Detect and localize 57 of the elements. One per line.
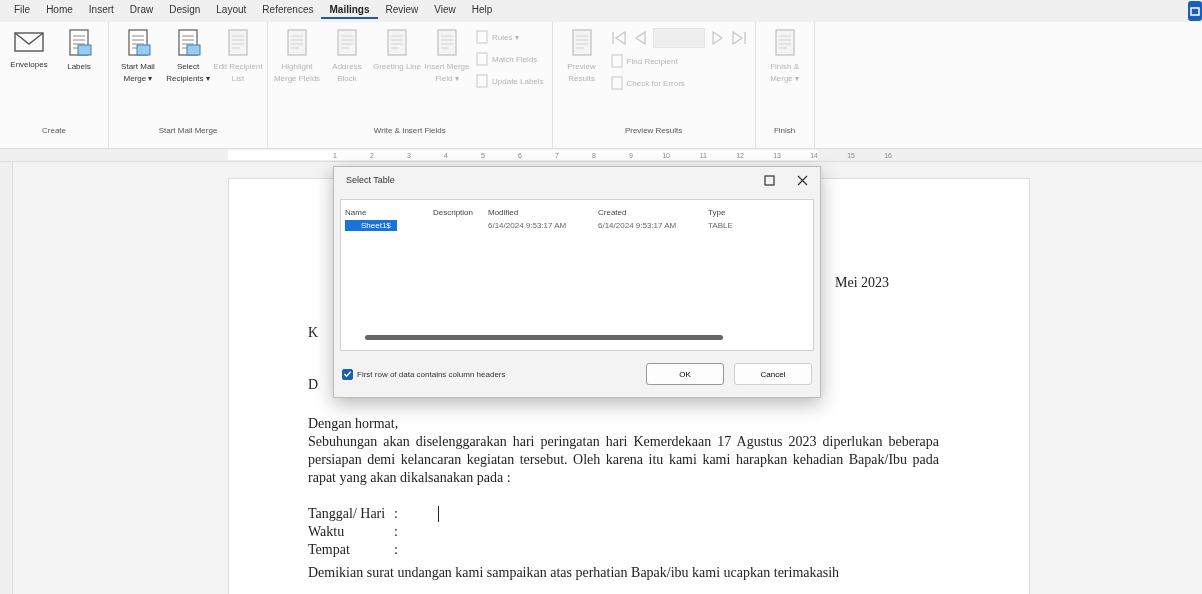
table-name[interactable]: Sheet1$ bbox=[345, 220, 397, 231]
menu-tab[interactable]: Review bbox=[377, 3, 427, 19]
cancel-button[interactable]: Cancel bbox=[734, 363, 812, 385]
menu-tab[interactable]: Insert bbox=[80, 3, 122, 19]
column-header[interactable]: Modified bbox=[488, 208, 598, 217]
page-icon bbox=[610, 54, 624, 68]
page-icon bbox=[476, 30, 489, 44]
dialog-title: Select Table bbox=[346, 175, 395, 185]
ribbon-button[interactable]: Start Mail Merge ▾ bbox=[113, 26, 163, 118]
document-paragraph: Sebuhungan akan diselenggarakan hari peringatan hari Kemerdekaan 17 Agustus 2023 diperlukan beberapa persiapan demi kelancaran kegiatan tersebut. Oleh karena itu kami kami harapkan kehadian Bapak/Ibu pada rapat yang akan dikalsanakan pada : bbox=[308, 433, 939, 487]
share-icon[interactable] bbox=[1188, 1, 1202, 21]
document-text: Demikian surat undangan kami sampaikan atas perhatian Bapak/ibu kami ucapkan terimakasih bbox=[308, 565, 841, 581]
table-cell-text: TABLE bbox=[708, 221, 734, 230]
document-text: Mei 2023 bbox=[835, 275, 890, 291]
field-label: Tempat bbox=[308, 541, 351, 559]
group-label: Create bbox=[41, 126, 67, 137]
page-icon bbox=[476, 52, 489, 66]
colon: : bbox=[394, 523, 398, 541]
menu-tab[interactable]: Home bbox=[38, 3, 81, 19]
ok-button[interactable]: OK bbox=[646, 363, 724, 385]
checkbox[interactable] bbox=[342, 368, 353, 380]
scrollbar[interactable] bbox=[365, 335, 723, 340]
column-header[interactable]: Created bbox=[598, 208, 708, 217]
document-text: D bbox=[308, 377, 320, 393]
document-text: Dengan hormat, bbox=[308, 415, 400, 433]
group-label: Write & Insert Fields bbox=[372, 126, 447, 137]
column-header[interactable]: Type bbox=[708, 208, 768, 217]
column-header[interactable]: Name bbox=[345, 208, 433, 217]
field-label: Tanggal/ Hari bbox=[308, 505, 387, 523]
menu-tab[interactable]: Help bbox=[463, 3, 501, 19]
colon: : bbox=[394, 505, 398, 523]
table-cell-text: 6/14/2024 9:53:17 AM bbox=[488, 221, 568, 230]
group-label: Finish bbox=[772, 126, 797, 137]
checkbox-label: First row of data contains column headers bbox=[357, 369, 506, 379]
menu-tab[interactable]: Layout bbox=[208, 3, 255, 19]
menu-tab[interactable]: View bbox=[426, 3, 464, 19]
table-cell-text: 6/14/2024 9:53:17 AM bbox=[598, 221, 678, 230]
group-label: Preview Results bbox=[623, 126, 684, 137]
close-icon[interactable] bbox=[797, 174, 808, 186]
table-list[interactable]: Name Description Modified Created Type Sheet1$ 6/14/2024 9:53:17 AM 6/14/2024 9:53:17 AM TABLE bbox=[340, 199, 814, 351]
menu-tab[interactable]: Mailings bbox=[321, 3, 378, 19]
maximize-icon[interactable] bbox=[764, 174, 775, 186]
group-label: Start Mail Merge bbox=[157, 126, 219, 137]
menu-tab[interactable]: Design bbox=[161, 3, 209, 19]
menu-tab[interactable]: References bbox=[254, 3, 322, 19]
colon: : bbox=[394, 541, 398, 559]
column-header[interactable]: Description bbox=[433, 208, 488, 217]
menu-tab[interactable]: Draw bbox=[121, 3, 162, 19]
page-icon bbox=[610, 76, 624, 90]
menu-tab[interactable]: File bbox=[6, 3, 39, 19]
document-text: K bbox=[308, 325, 320, 341]
ribbon-button[interactable]: Select Recipients ▾ bbox=[163, 26, 213, 118]
text-cursor bbox=[437, 506, 439, 522]
field-label: Waktu bbox=[308, 523, 346, 541]
ribbon-button[interactable]: Envelopes bbox=[4, 26, 54, 118]
page-icon bbox=[476, 74, 489, 88]
ribbon-button[interactable]: Labels bbox=[54, 26, 104, 118]
